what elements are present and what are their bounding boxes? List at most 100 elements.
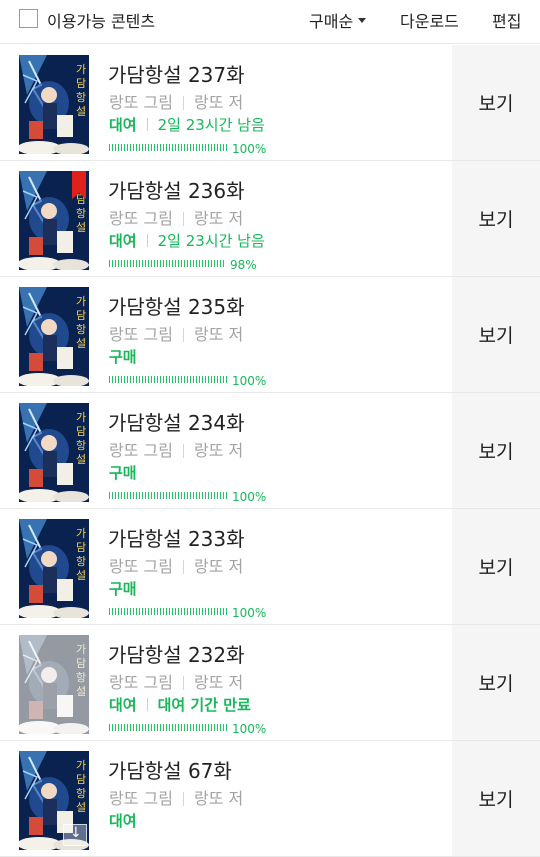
bookmark-icon (72, 171, 86, 199)
svg-text:설: 설 (76, 453, 86, 466)
illustrator-label: 랑또 그림 (109, 557, 173, 576)
svg-text:설: 설 (76, 801, 86, 814)
episode-row[interactable]: 가 담 항 설 가담항설 235화 랑또 그림 랑또 저 구매 100% 보기 (0, 277, 540, 393)
read-progress: 100% (109, 718, 266, 736)
svg-text:가: 가 (76, 759, 86, 772)
svg-text:담: 담 (76, 657, 86, 670)
available-content-checkbox[interactable] (19, 9, 38, 28)
episode-title[interactable]: 가담항설 235화 (108, 291, 245, 320)
purchase-status: 대여 (109, 810, 137, 831)
episode-thumbnail[interactable]: 가 담 항 설 (19, 635, 89, 734)
purchase-type: 구매 (109, 580, 137, 598)
episode-row[interactable]: 담 항 설 가담항설 236화 랑또 그림 랑또 저 대여 2일 23시간 남음 9… (0, 161, 540, 277)
read-progress: 100% (109, 138, 266, 156)
episode-thumbnail[interactable]: 가 담 항 설 (19, 519, 89, 618)
illustrator-label: 랑또 그림 (109, 93, 173, 112)
rental-remaining: 2일 23시간 남음 (157, 232, 265, 250)
sort-dropdown[interactable]: 구매순 (309, 8, 367, 32)
author-label: 랑또 저 (193, 441, 244, 460)
progress-bar (109, 492, 227, 499)
purchase-type: 구매 (109, 464, 137, 482)
view-button[interactable]: 보기 (452, 625, 540, 740)
view-button[interactable]: 보기 (452, 45, 540, 160)
view-button[interactable]: 보기 (452, 509, 540, 624)
divider (182, 443, 184, 458)
purchase-status: 대여 2일 23시간 남음 (109, 230, 265, 251)
cover-art-image: 가 담 항 설 (19, 55, 89, 154)
purchase-type: 대여 (109, 232, 137, 250)
read-progress: 100% (109, 370, 266, 388)
view-button[interactable]: 보기 (452, 393, 540, 508)
episode-row[interactable]: 가 담 항 설 가담항설 233화 랑또 그림 랑또 저 구매 100% 보기 (0, 509, 540, 625)
svg-text:설: 설 (76, 105, 86, 118)
purchase-type: 대여 (109, 812, 137, 830)
available-content-label[interactable]: 이용가능 콘텐츠 (47, 8, 155, 32)
episode-credits: 랑또 그림 랑또 저 (109, 553, 243, 577)
svg-text:가: 가 (76, 411, 86, 424)
cover-art-image: 가 담 항 설 (19, 403, 89, 502)
episode-row[interactable]: 가 담 항 설 가담항설 234화 랑또 그림 랑또 저 구매 100% 보기 (0, 393, 540, 509)
svg-text:가: 가 (76, 527, 86, 540)
svg-text:담: 담 (76, 77, 86, 90)
illustrator-label: 랑또 그림 (109, 441, 173, 460)
episode-thumbnail[interactable]: 가 담 항 설 (19, 403, 89, 502)
episode-thumbnail[interactable]: 가 담 항 설 (19, 55, 89, 154)
episode-title[interactable]: 가담항설 232화 (108, 639, 245, 668)
svg-text:담: 담 (76, 773, 86, 786)
author-label: 랑또 저 (193, 789, 244, 808)
rental-expired: 대여 기간 만료 (157, 696, 251, 714)
view-button[interactable]: 보기 (452, 161, 540, 276)
divider (182, 95, 184, 110)
episode-credits: 랑또 그림 랑또 저 (109, 205, 243, 229)
episode-credits: 랑또 그림 랑또 저 (109, 321, 243, 345)
svg-text:가: 가 (76, 295, 86, 308)
episode-title[interactable]: 가담항설 234화 (108, 407, 245, 436)
divider (182, 559, 184, 574)
read-progress: 100% (109, 486, 266, 504)
svg-text:항: 항 (76, 207, 86, 220)
purchase-status: 구매 (109, 578, 137, 599)
author-label: 랑또 저 (193, 557, 244, 576)
illustrator-label: 랑또 그림 (109, 325, 173, 344)
read-progress: 100% (109, 602, 266, 620)
episode-thumbnail[interactable]: 가 담 항 설 (19, 287, 89, 386)
svg-text:설: 설 (76, 685, 86, 698)
edit-button[interactable]: 편집 (492, 8, 521, 32)
episode-title[interactable]: 가담항설 236화 (108, 175, 245, 204)
top-toolbar: 이용가능 콘텐츠 구매순 다운로드 편집 (0, 0, 540, 44)
view-column: 보기 (452, 741, 540, 856)
episode-thumbnail[interactable]: 담 항 설 (19, 171, 89, 270)
episode-row[interactable]: 가 담 항 설 가담항설 232화 랑또 그림 랑또 저 대여 대여 기간 만료 1… (0, 625, 540, 741)
progress-bar (109, 260, 225, 267)
read-progress: 98% (109, 254, 257, 272)
svg-text:설: 설 (76, 337, 86, 350)
progress-bar (109, 144, 227, 151)
purchase-type: 구매 (109, 348, 137, 366)
svg-text:항: 항 (76, 439, 86, 452)
svg-text:담: 담 (76, 309, 86, 322)
episode-row[interactable]: 가 담 항 설 가담항설 237화 랑또 그림 랑또 저 대여 2일 23시간 남음… (0, 45, 540, 161)
svg-text:설: 설 (76, 221, 86, 234)
progress-bar (109, 608, 227, 615)
purchase-status: 구매 (109, 346, 137, 367)
episode-thumbnail[interactable]: 가 담 항 설 (19, 751, 89, 850)
episode-title[interactable]: 가담항설 233화 (108, 523, 245, 552)
cover-art-image: 가 담 항 설 (19, 519, 89, 618)
episode-title[interactable]: 가담항설 67화 (108, 755, 232, 784)
divider (182, 675, 184, 690)
progress-bar (109, 724, 227, 731)
episode-list: 가 담 항 설 가담항설 237화 랑또 그림 랑또 저 대여 2일 23시간 남음… (0, 45, 540, 857)
download-icon[interactable] (63, 824, 87, 846)
cover-art-image: 가 담 항 설 (19, 287, 89, 386)
download-button[interactable]: 다운로드 (400, 8, 459, 32)
view-button[interactable]: 보기 (452, 741, 540, 856)
view-button[interactable]: 보기 (452, 277, 540, 392)
sort-label: 구매순 (309, 12, 354, 31)
svg-text:담: 담 (76, 425, 86, 438)
svg-text:항: 항 (76, 671, 86, 684)
episode-row[interactable]: 가 담 항 설 가담항설 67화 랑또 그림 랑또 저 대여 보기 (0, 741, 540, 857)
episode-title[interactable]: 가담항설 237화 (108, 59, 245, 88)
view-column: 보기 (452, 509, 540, 624)
view-column: 보기 (452, 161, 540, 276)
illustrator-label: 랑또 그림 (109, 789, 173, 808)
